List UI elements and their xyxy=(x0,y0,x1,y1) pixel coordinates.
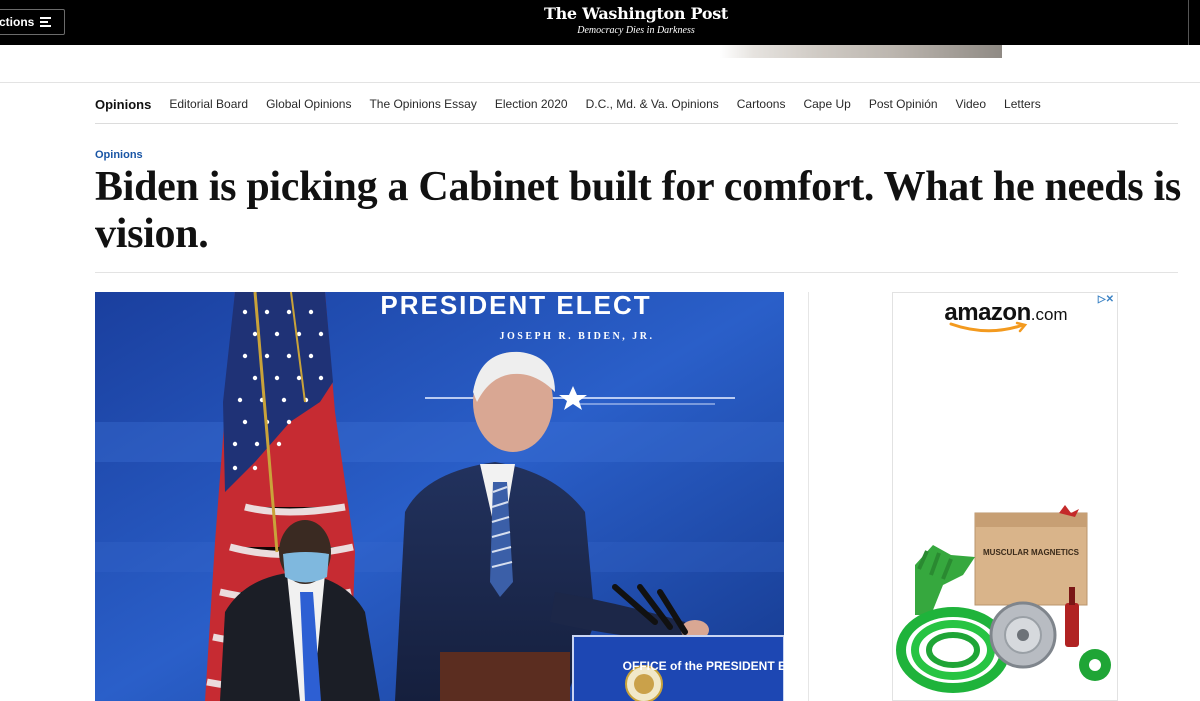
site-logo[interactable]: The Washington Post xyxy=(0,4,1200,23)
ad-product-image: MUSCULAR MAGNETICS xyxy=(896,505,1111,693)
masthead[interactable]: The Washington Post Democracy Dies in Da… xyxy=(0,4,1200,36)
header-divider xyxy=(0,82,1200,83)
opinions-nav: Opinions Editorial Board Global Opinions… xyxy=(95,96,1059,112)
nav-item-cartoons[interactable]: Cartoons xyxy=(737,97,786,111)
nav-item-opinions[interactable]: Opinions xyxy=(95,97,151,112)
amazon-logo-com: .com xyxy=(1030,305,1068,324)
product-box-label: MUSCULAR MAGNETICS xyxy=(983,548,1080,557)
top-ad-strip[interactable] xyxy=(720,45,1002,58)
amazon-logo[interactable]: amazon.com xyxy=(893,299,1119,335)
nav-item-post-opinion[interactable]: Post Opinión xyxy=(869,97,938,111)
article-lead-photo[interactable]: PRESIDENT ELECT JOSEPH R. BIDEN, JR. OFF… xyxy=(95,292,784,701)
headline-divider xyxy=(95,272,1178,273)
top-bar: ctions The Washington Post Democracy Die… xyxy=(0,0,1200,45)
column-divider xyxy=(808,292,809,701)
nav-item-election-2020[interactable]: Election 2020 xyxy=(495,97,568,111)
sidebar-ad[interactable]: ▷✕ amazon.com MUSCULAR MAGNETICS xyxy=(892,292,1118,701)
nav-item-global-opinions[interactable]: Global Opinions xyxy=(266,97,351,111)
nav-item-letters[interactable]: Letters xyxy=(1004,97,1041,111)
nav-item-dc-md-va[interactable]: D.C., Md. & Va. Opinions xyxy=(586,97,719,111)
article-headline: Biden is picking a Cabinet built for com… xyxy=(95,164,1181,257)
nav-item-cape-up[interactable]: Cape Up xyxy=(803,97,850,111)
podium-text: OFFICE of the PRESIDENT ELECT xyxy=(623,659,784,673)
article-kicker[interactable]: Opinions xyxy=(95,149,143,161)
nav-item-video[interactable]: Video xyxy=(956,97,986,111)
site-tagline: Democracy Dies in Darkness xyxy=(577,25,695,36)
nav-divider xyxy=(95,123,1178,124)
nav-item-opinions-essay[interactable]: The Opinions Essay xyxy=(369,97,476,111)
nav-item-editorial-board[interactable]: Editorial Board xyxy=(169,97,248,111)
lead-photo-illustration: PRESIDENT ELECT JOSEPH R. BIDEN, JR. OFF… xyxy=(95,292,784,701)
banner-subtitle: JOSEPH R. BIDEN, JR. xyxy=(499,331,654,342)
header-right-edge xyxy=(1188,0,1200,45)
banner-title: PRESIDENT ELECT xyxy=(380,292,651,320)
